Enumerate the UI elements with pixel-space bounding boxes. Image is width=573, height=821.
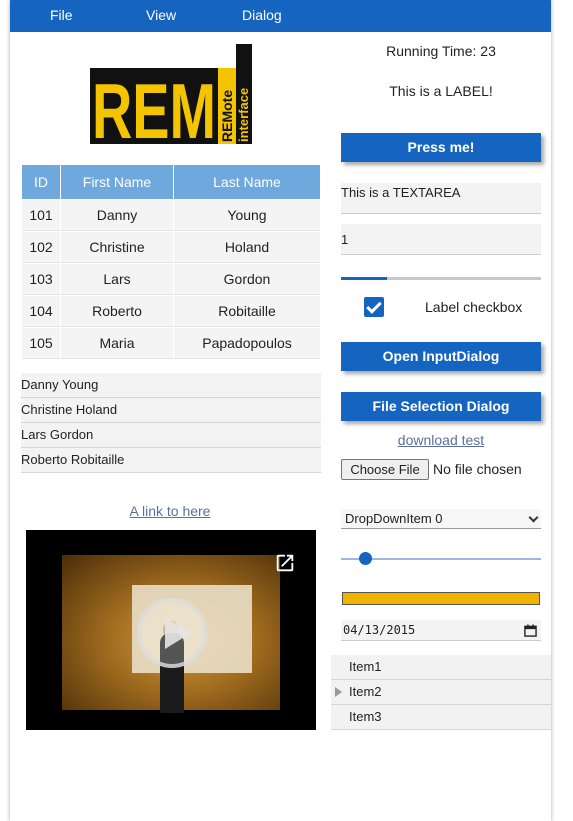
people-list: Danny Young Christine Holand Lars Gordon… (21, 373, 321, 473)
running-time-label: Running Time: 23 (386, 43, 496, 59)
thin-progress-bar (341, 277, 541, 280)
number-field[interactable]: 1 (341, 224, 541, 255)
file-selection-dialog-button[interactable]: File Selection Dialog (341, 392, 541, 421)
logo-big-text: REM (92, 67, 216, 144)
dropdown-value: DropDownItem 0 (345, 511, 443, 526)
label-checkbox[interactable] (364, 297, 384, 317)
table-row[interactable]: 104 Roberto Robitaille (22, 296, 320, 327)
remi-logo: REM REMote interface (90, 44, 252, 144)
calendar-icon[interactable] (524, 624, 537, 637)
table-row[interactable]: 101 Danny Young (22, 200, 320, 231)
table-cell: 104 (22, 296, 60, 327)
table-row[interactable]: 102 Christine Holand (22, 232, 320, 263)
thin-progress-fill (341, 277, 387, 280)
table-cell: Christine (61, 232, 173, 263)
tree-item-label: Item3 (349, 709, 382, 724)
column-header[interactable]: ID (22, 165, 60, 199)
textarea-field[interactable]: This is a TEXTAREA (341, 183, 541, 214)
people-table: ID First Name Last Name 101 Danny Young … (21, 164, 321, 360)
menu-bar: File View Dialog (10, 0, 551, 32)
video-player[interactable] (26, 530, 316, 730)
table-cell: Roberto (61, 296, 173, 327)
choose-file-button[interactable]: Choose File (341, 459, 429, 480)
column-header[interactable]: First Name (61, 165, 173, 199)
tree-view: Item1 Item2 Item3 (331, 655, 551, 730)
list-item[interactable]: Roberto Robitaille (21, 448, 321, 473)
file-status-text: No file chosen (433, 461, 522, 477)
menu-view[interactable]: View (146, 7, 176, 23)
table-row[interactable]: 103 Lars Gordon (22, 264, 320, 295)
table-header-row: ID First Name Last Name (22, 165, 320, 199)
table-cell: Young (174, 200, 320, 231)
link-to-here[interactable]: A link to here (0, 503, 340, 519)
checkbox-label: Label checkbox (425, 299, 523, 315)
date-input[interactable]: 04/13/2015 (341, 620, 541, 641)
table-cell: Danny (61, 200, 173, 231)
play-icon[interactable] (137, 598, 207, 668)
progress-bar (342, 592, 540, 605)
tree-item[interactable]: Item1 (331, 655, 551, 680)
open-input-dialog-button[interactable]: Open InputDialog (341, 342, 541, 371)
tree-item[interactable]: Item3 (331, 705, 551, 730)
table-cell: 103 (22, 264, 60, 295)
menu-file[interactable]: File (50, 7, 73, 23)
list-item[interactable]: Lars Gordon (21, 423, 321, 448)
table-cell: Holand (174, 232, 320, 263)
table-row[interactable]: 105 Maria Papadopoulos (22, 328, 320, 359)
chevron-down-icon (528, 512, 539, 523)
triangle-right-icon[interactable] (335, 687, 342, 697)
table-cell: Robitaille (174, 296, 320, 327)
list-item[interactable]: Christine Holand (21, 398, 321, 423)
tree-item-label: Item2 (349, 684, 382, 699)
dropdown-select[interactable]: DropDownItem 0 (341, 509, 541, 529)
list-item[interactable]: Danny Young (21, 373, 321, 398)
table-cell: 102 (22, 232, 60, 263)
press-me-button[interactable]: Press me! (341, 133, 541, 162)
table-cell: Lars (61, 264, 173, 295)
logo-small-text-2: interface (236, 88, 251, 142)
table-cell: 101 (22, 200, 60, 231)
progress-bar-fill (343, 593, 539, 604)
info-label: This is a LABEL! (389, 83, 493, 99)
date-value: 04/13/2015 (343, 623, 416, 637)
menu-dialog[interactable]: Dialog (242, 7, 282, 23)
logo-small-text-1: REMote (219, 90, 235, 142)
open-in-new-icon[interactable] (274, 552, 296, 574)
table-cell: Papadopoulos (174, 328, 320, 359)
table-cell: 105 (22, 328, 60, 359)
slider-thumb[interactable] (359, 552, 372, 565)
table-cell: Maria (61, 328, 173, 359)
tree-item-label: Item1 (349, 659, 382, 674)
tree-item[interactable]: Item2 (331, 680, 551, 705)
table-cell: Gordon (174, 264, 320, 295)
column-header[interactable]: Last Name (174, 165, 320, 199)
download-link[interactable]: download test (331, 432, 551, 448)
